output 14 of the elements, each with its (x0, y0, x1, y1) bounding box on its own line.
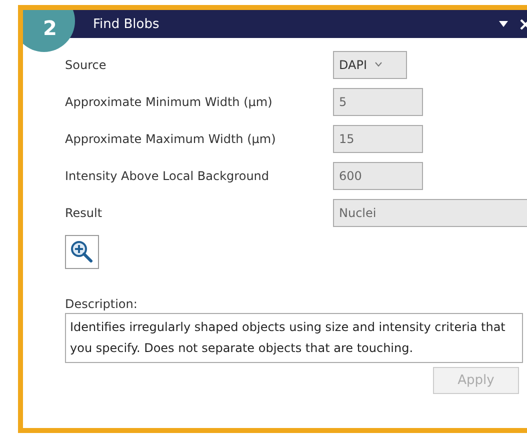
chevron-icon (375, 62, 382, 67)
field-label: Approximate Minimum Width (µm) (65, 94, 274, 108)
dropdown-icon[interactable] (499, 21, 508, 27)
description-text: Identifies irregularly shaped objects using size and intensity criteria that you specify. Does not separate objects that are touching. (65, 313, 523, 363)
field-label: Approximate Maximum Width (µm) (65, 132, 277, 146)
step-badge: 2 (23, 10, 75, 52)
field-label: Result (65, 206, 104, 220)
field-label: Source (65, 58, 108, 72)
panel-title: Find Blobs (93, 16, 160, 32)
description-label: Description: (65, 297, 138, 311)
zoom-button[interactable] (65, 235, 99, 269)
magnifier-icon (70, 240, 94, 264)
source-dropdown[interactable]: DAPI (333, 50, 407, 78)
field-label: Intensity Above Local Background (65, 168, 270, 182)
